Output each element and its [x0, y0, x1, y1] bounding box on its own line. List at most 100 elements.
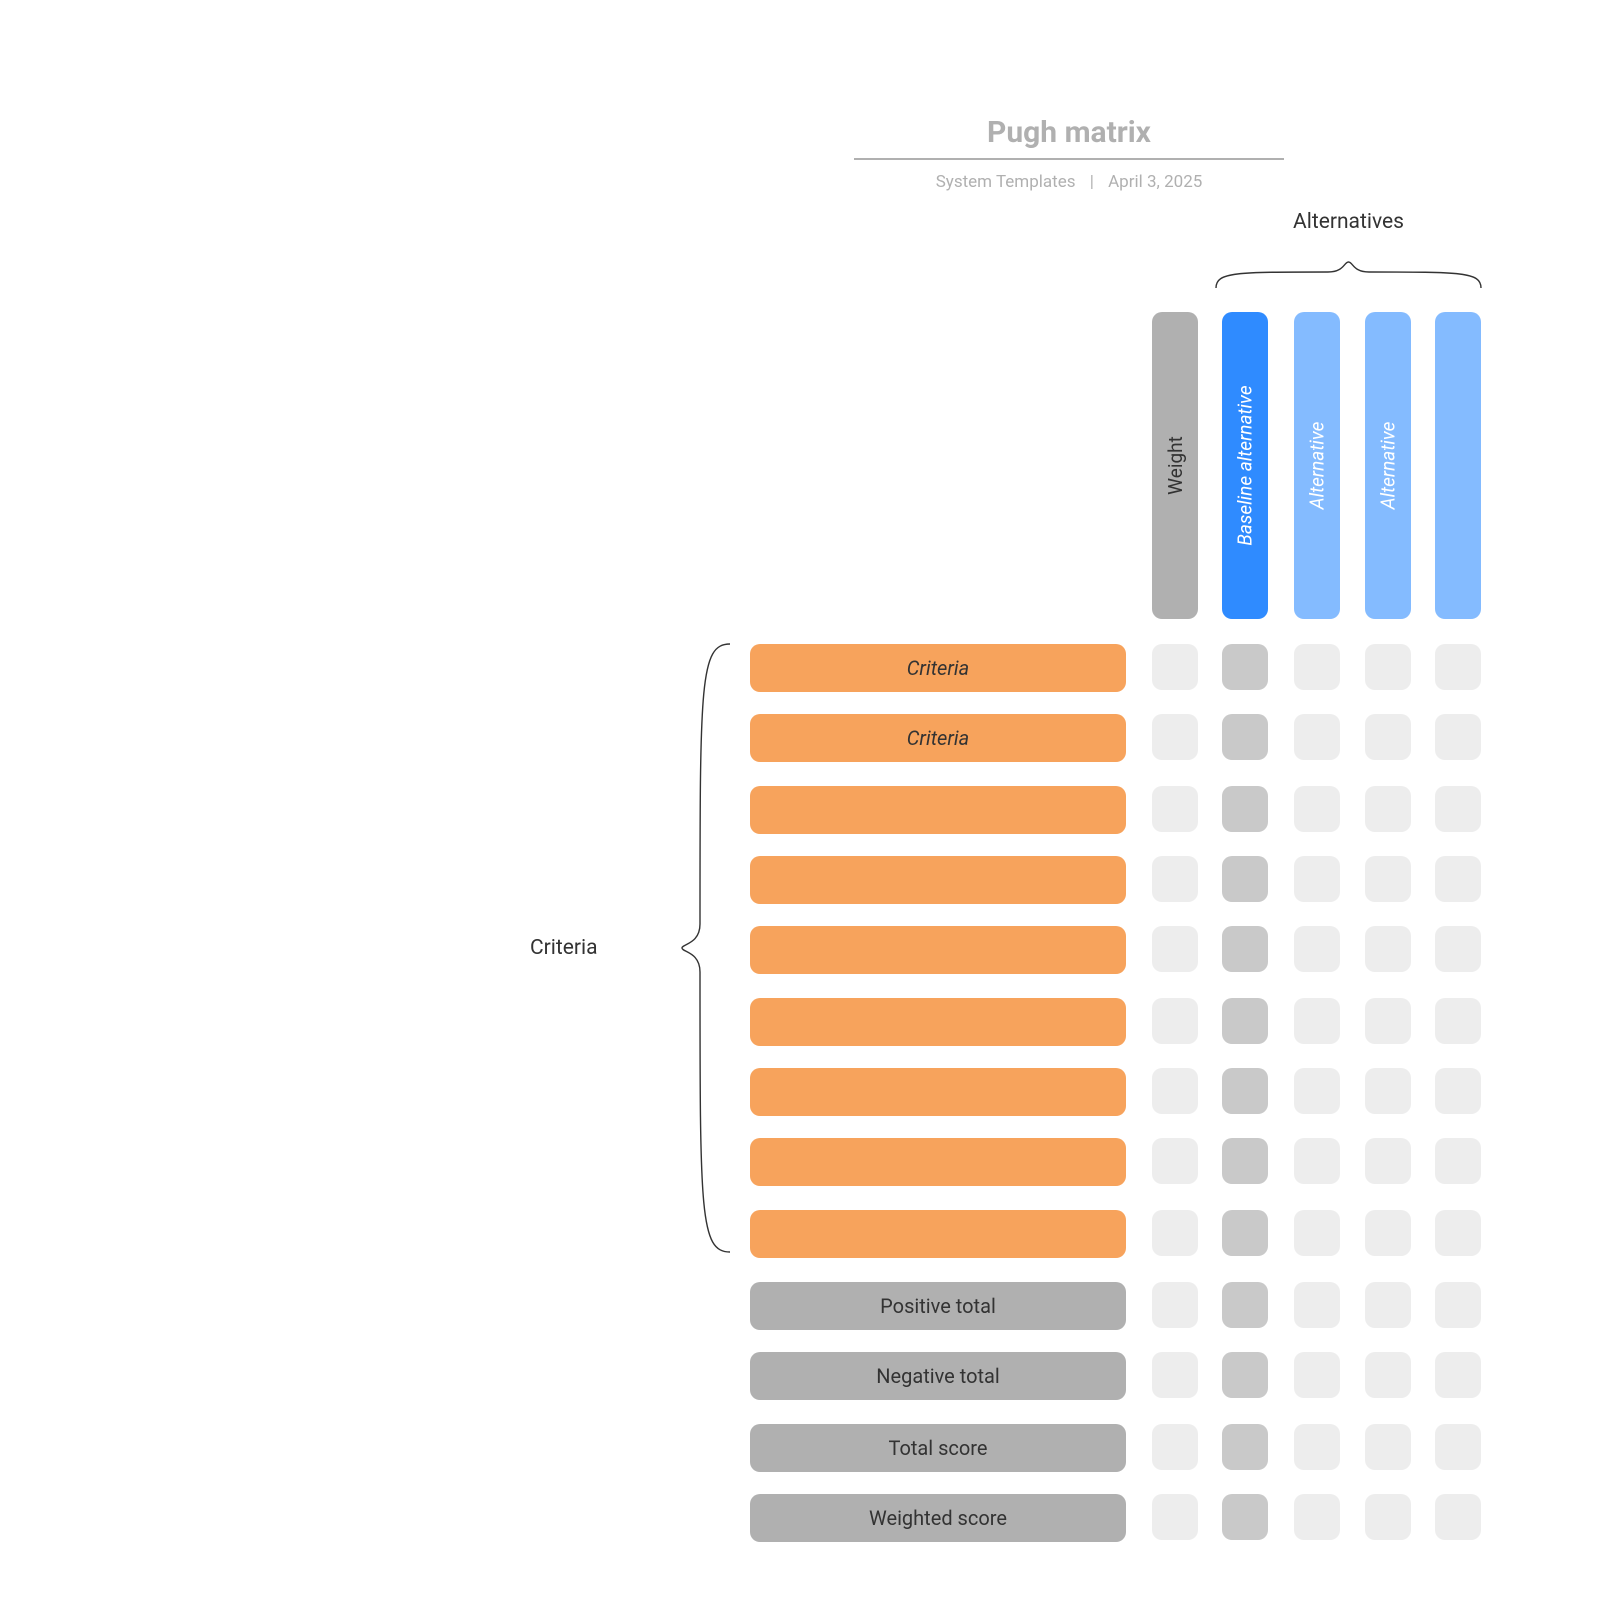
cell-alt[interactable]: [1435, 1068, 1481, 1114]
alternatives-brace-icon: [1216, 262, 1481, 288]
cell-alt[interactable]: [1294, 1138, 1340, 1184]
criteria-row-label[interactable]: [750, 998, 1126, 1046]
meta-separator: |: [1090, 172, 1094, 192]
cell-weight[interactable]: [1152, 856, 1198, 902]
cell-alt[interactable]: [1435, 998, 1481, 1044]
cell-alt[interactable]: [1294, 998, 1340, 1044]
total-row-label[interactable]: Total score: [750, 1424, 1126, 1472]
cell-alt[interactable]: [1294, 1352, 1340, 1398]
cell-alt[interactable]: [1294, 1068, 1340, 1114]
total-row-label[interactable]: Weighted score: [750, 1494, 1126, 1542]
column-alternative-label: Alternative: [1306, 422, 1329, 510]
cell-weight[interactable]: [1152, 714, 1198, 760]
column-alternative-header[interactable]: Alternative: [1294, 312, 1340, 619]
cell-alt[interactable]: [1365, 786, 1411, 832]
page-title: Pugh matrix: [854, 115, 1284, 150]
alternatives-group-label: Alternatives: [1216, 210, 1481, 234]
criteria-row-text: Criteria: [907, 656, 969, 680]
cell-weight[interactable]: [1152, 1352, 1198, 1398]
cell-alt[interactable]: [1435, 856, 1481, 902]
column-alternative-label: Alternative: [1377, 422, 1400, 510]
cell-baseline[interactable]: [1222, 1282, 1268, 1328]
meta-line: System Templates | April 3, 2025: [854, 172, 1284, 192]
cell-baseline[interactable]: [1222, 1068, 1268, 1114]
cell-alt[interactable]: [1435, 1494, 1481, 1540]
criteria-row-text: Criteria: [907, 726, 969, 750]
total-row-label[interactable]: Positive total: [750, 1282, 1126, 1330]
cell-weight[interactable]: [1152, 1138, 1198, 1184]
cell-baseline[interactable]: [1222, 1210, 1268, 1256]
criteria-row-label[interactable]: Criteria: [750, 714, 1126, 762]
cell-alt[interactable]: [1365, 1282, 1411, 1328]
total-row-text: Weighted score: [869, 1506, 1007, 1530]
column-weight-label: Weight: [1164, 436, 1187, 495]
cell-baseline[interactable]: [1222, 714, 1268, 760]
criteria-row-label[interactable]: [750, 1138, 1126, 1186]
criteria-row-label[interactable]: [750, 1210, 1126, 1258]
cell-alt[interactable]: [1294, 856, 1340, 902]
cell-alt[interactable]: [1365, 1424, 1411, 1470]
cell-alt[interactable]: [1294, 1494, 1340, 1540]
column-alternative-header[interactable]: Alternative: [1365, 312, 1411, 619]
criteria-row-label[interactable]: [750, 926, 1126, 974]
cell-baseline[interactable]: [1222, 644, 1268, 690]
cell-alt[interactable]: [1435, 1210, 1481, 1256]
criteria-brace-icon: [682, 644, 730, 1252]
cell-weight[interactable]: [1152, 1424, 1198, 1470]
column-baseline-header[interactable]: Baseline alternative: [1222, 312, 1268, 619]
criteria-row-label[interactable]: [750, 856, 1126, 904]
cell-weight[interactable]: [1152, 644, 1198, 690]
cell-baseline[interactable]: [1222, 998, 1268, 1044]
criteria-row-label[interactable]: Criteria: [750, 644, 1126, 692]
cell-alt[interactable]: [1435, 1424, 1481, 1470]
cell-weight[interactable]: [1152, 1068, 1198, 1114]
criteria-group-label: Criteria: [530, 936, 598, 960]
cell-alt[interactable]: [1365, 998, 1411, 1044]
cell-alt[interactable]: [1365, 926, 1411, 972]
title-underline: [854, 158, 1284, 160]
total-row-text: Positive total: [880, 1294, 996, 1318]
cell-weight[interactable]: [1152, 1282, 1198, 1328]
cell-baseline[interactable]: [1222, 786, 1268, 832]
cell-alt[interactable]: [1435, 926, 1481, 972]
cell-alt[interactable]: [1435, 786, 1481, 832]
cell-alt[interactable]: [1294, 714, 1340, 760]
cell-alt[interactable]: [1294, 786, 1340, 832]
cell-alt[interactable]: [1294, 1424, 1340, 1470]
cell-baseline[interactable]: [1222, 1494, 1268, 1540]
cell-weight[interactable]: [1152, 926, 1198, 972]
total-row-text: Total score: [888, 1436, 987, 1460]
cell-baseline[interactable]: [1222, 1424, 1268, 1470]
cell-alt[interactable]: [1294, 1210, 1340, 1256]
cell-alt[interactable]: [1365, 714, 1411, 760]
cell-alt[interactable]: [1435, 644, 1481, 690]
cell-alt[interactable]: [1365, 1210, 1411, 1256]
cell-alt[interactable]: [1365, 856, 1411, 902]
cell-alt[interactable]: [1294, 1282, 1340, 1328]
cell-weight[interactable]: [1152, 998, 1198, 1044]
cell-alt[interactable]: [1365, 644, 1411, 690]
cell-weight[interactable]: [1152, 1210, 1198, 1256]
cell-alt[interactable]: [1294, 644, 1340, 690]
column-alternative-header[interactable]: [1435, 312, 1481, 619]
cell-alt[interactable]: [1365, 1494, 1411, 1540]
total-row-label[interactable]: Negative total: [750, 1352, 1126, 1400]
cell-alt[interactable]: [1365, 1352, 1411, 1398]
cell-alt[interactable]: [1294, 926, 1340, 972]
criteria-row-label[interactable]: [750, 786, 1126, 834]
cell-baseline[interactable]: [1222, 1352, 1268, 1398]
cell-weight[interactable]: [1152, 1494, 1198, 1540]
criteria-row-label[interactable]: [750, 1068, 1126, 1116]
cell-baseline[interactable]: [1222, 1138, 1268, 1184]
cell-alt[interactable]: [1435, 1138, 1481, 1184]
cell-alt[interactable]: [1365, 1068, 1411, 1114]
cell-alt[interactable]: [1435, 714, 1481, 760]
cell-alt[interactable]: [1435, 1352, 1481, 1398]
cell-alt[interactable]: [1365, 1138, 1411, 1184]
cell-baseline[interactable]: [1222, 856, 1268, 902]
meta-date: April 3, 2025: [1108, 172, 1202, 192]
column-weight-header[interactable]: Weight: [1152, 312, 1198, 619]
cell-alt[interactable]: [1435, 1282, 1481, 1328]
cell-weight[interactable]: [1152, 786, 1198, 832]
cell-baseline[interactable]: [1222, 926, 1268, 972]
